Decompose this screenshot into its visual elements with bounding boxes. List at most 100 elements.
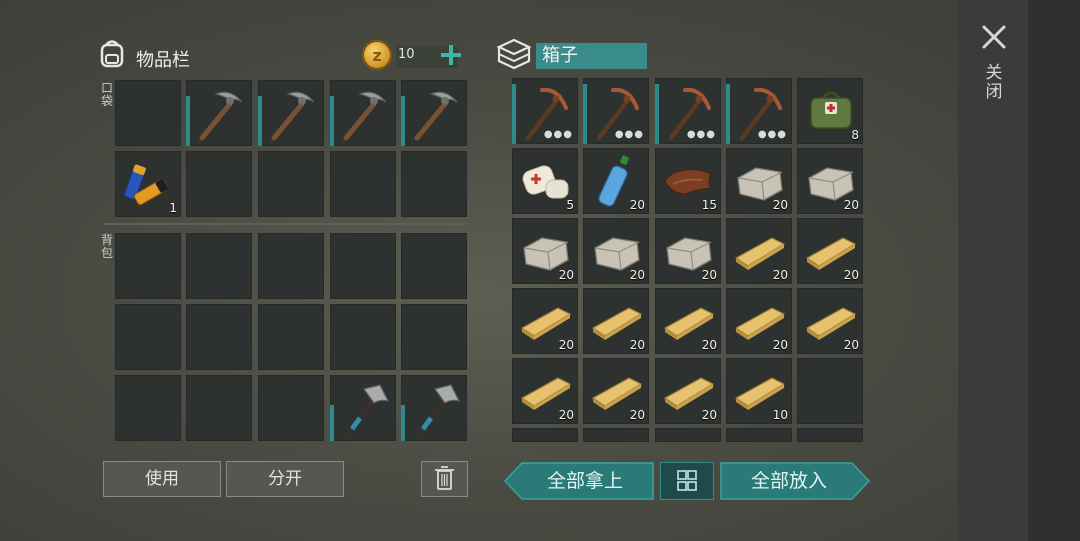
pocket-slot[interactable] <box>186 151 252 217</box>
box-slot[interactable]: ●●● <box>726 78 792 144</box>
item-count: 20 <box>843 268 859 282</box>
durability-bar <box>401 96 405 146</box>
box-slot[interactable]: 20 <box>797 148 863 214</box>
pocket-slot[interactable] <box>401 80 467 146</box>
grid-icon <box>677 470 697 491</box>
box-slot[interactable]: 20 <box>726 148 792 214</box>
backpack-slot[interactable] <box>258 304 324 370</box>
take-all-label: 全部拿上 <box>546 470 623 492</box>
box-slot[interactable] <box>655 428 721 442</box>
item-count: 15 <box>701 198 717 212</box>
box-slot[interactable]: 20 <box>797 218 863 284</box>
box-slot[interactable]: 8 <box>797 78 863 144</box>
plus-icon <box>441 45 461 65</box>
item-count: 20 <box>701 338 717 352</box>
item-count: 20 <box>629 198 645 212</box>
box-slot[interactable]: 5 <box>512 148 578 214</box>
backpack-slot[interactable] <box>115 233 181 299</box>
backpack-slot[interactable] <box>401 233 467 299</box>
pocket-label: 口袋 <box>100 81 113 108</box>
box-slot[interactable] <box>512 428 578 442</box>
box-slot[interactable]: 20 <box>583 218 649 284</box>
more-dots-icon: ●●● <box>686 129 716 140</box>
box-slot[interactable] <box>583 428 649 442</box>
put-all-button[interactable]: 全部放入 <box>720 462 870 500</box>
box-slot[interactable]: 20 <box>512 218 578 284</box>
use-button[interactable]: 使用 <box>103 461 221 497</box>
hatchet-icon <box>345 384 390 438</box>
split-button[interactable]: 分开 <box>226 461 344 497</box>
backpack-slot[interactable] <box>186 375 252 441</box>
durability-bar <box>726 84 730 144</box>
close-label: 关闭 <box>985 63 1003 102</box>
box-slot[interactable] <box>797 358 863 424</box>
backpack-icon <box>96 37 128 69</box>
box-slot[interactable]: ●●● <box>583 78 649 144</box>
pocket-slot[interactable] <box>186 80 252 146</box>
backpack-slot[interactable] <box>186 233 252 299</box>
backpack-slot[interactable] <box>258 233 324 299</box>
item-count: 20 <box>772 268 788 282</box>
box-slot[interactable]: 20 <box>512 358 578 424</box>
close-icon <box>982 25 1006 49</box>
backpack-slot[interactable] <box>115 304 181 370</box>
pocket-slot[interactable] <box>258 80 324 146</box>
box-slot[interactable]: ●●● <box>655 78 721 144</box>
put-all-label: 全部放入 <box>750 470 827 492</box>
box-slot[interactable]: 20 <box>726 218 792 284</box>
pocket-slot[interactable] <box>330 151 396 217</box>
durability-bar <box>186 96 190 146</box>
coin-icon: z <box>362 40 392 70</box>
trash-button[interactable] <box>421 461 468 497</box>
backpack-slot[interactable] <box>330 304 396 370</box>
item-count: 20 <box>843 198 859 212</box>
close-button[interactable] <box>980 22 1008 52</box>
pocket-slot[interactable]: 1 <box>115 151 181 217</box>
sort-button[interactable] <box>660 462 714 500</box>
box-slot[interactable]: 20 <box>655 358 721 424</box>
pocket-slot[interactable] <box>401 151 467 217</box>
item-count: 20 <box>701 268 717 282</box>
backpack-label: 背包 <box>100 233 113 260</box>
item-count: 5 <box>566 198 574 212</box>
more-dots-icon: ●●● <box>543 129 573 140</box>
item-count: 20 <box>843 338 859 352</box>
box-slot[interactable] <box>726 428 792 442</box>
box-slot[interactable]: 20 <box>655 288 721 354</box>
inventory-title: 物品栏 <box>136 50 190 71</box>
box-slot[interactable]: 20 <box>726 288 792 354</box>
pocket-slot[interactable] <box>258 151 324 217</box>
pocket-slot[interactable] <box>330 80 396 146</box>
box-slot[interactable] <box>797 428 863 442</box>
item-count: 20 <box>701 408 717 422</box>
backpack-slot[interactable] <box>401 304 467 370</box>
box-slot[interactable]: 20 <box>583 148 649 214</box>
box-slot[interactable]: ●●● <box>512 78 578 144</box>
item-count: 1 <box>169 201 177 215</box>
box-slot[interactable]: 10 <box>726 358 792 424</box>
more-dots-icon: ●●● <box>757 129 787 140</box>
backpack-slot[interactable] <box>330 375 396 441</box>
box-slot[interactable]: 20 <box>583 288 649 354</box>
backpack-slot[interactable] <box>330 233 396 299</box>
add-coins-button[interactable] <box>438 42 464 68</box>
box-slot[interactable]: 20 <box>797 288 863 354</box>
iron-pickaxe-icon <box>343 91 387 141</box>
pocket-slot[interactable] <box>115 80 181 146</box>
side-edge <box>1028 0 1080 541</box>
box-slot[interactable]: 15 <box>655 148 721 214</box>
box-slot[interactable]: 20 <box>583 358 649 424</box>
box-icon <box>496 37 532 71</box>
backpack-slot[interactable] <box>258 375 324 441</box>
item-count: 8 <box>851 128 859 142</box>
backpack-slot[interactable] <box>401 375 467 441</box>
trash-icon <box>435 466 454 490</box>
backpack-slot[interactable] <box>115 375 181 441</box>
item-count: 20 <box>629 338 645 352</box>
box-slot[interactable]: 20 <box>655 218 721 284</box>
item-count: 20 <box>629 408 645 422</box>
box-slot[interactable]: 20 <box>512 288 578 354</box>
backpack-slot[interactable] <box>186 304 252 370</box>
take-all-button[interactable]: 全部拿上 <box>504 462 654 500</box>
item-count: 20 <box>558 268 574 282</box>
